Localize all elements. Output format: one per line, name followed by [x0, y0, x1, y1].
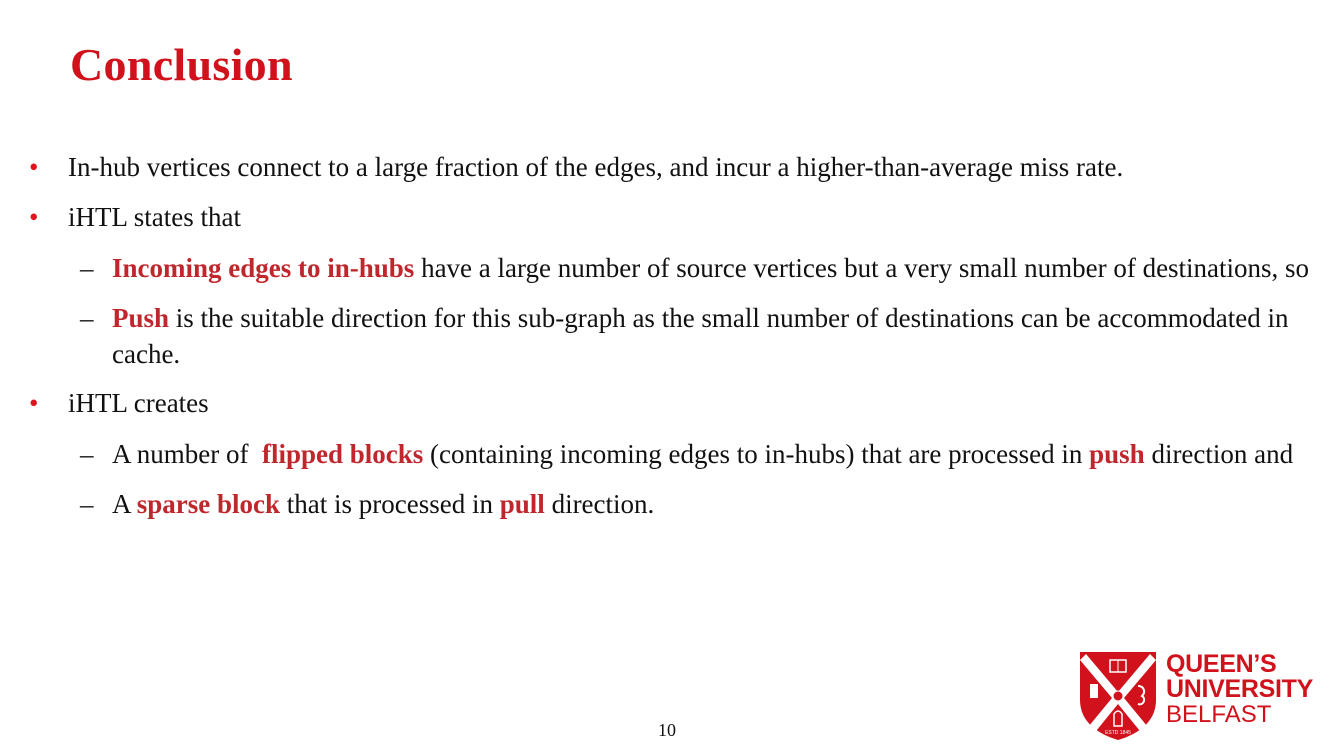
sub-bullet-text: direction. [544, 489, 655, 519]
sub-bullet-text: (containing incoming edges to in-hubs) t… [423, 439, 1090, 469]
sub-bullet-text: is the suitable direction for this sub-g… [112, 303, 1289, 369]
university-name: QUEEN’S UNIVERSITY BELFAST [1166, 650, 1314, 728]
logo-line-1: QUEEN’S [1166, 650, 1277, 678]
highlight-text: flipped blocks [261, 439, 424, 469]
slide-title: Conclusion [70, 39, 293, 90]
dash-icon: – [80, 489, 94, 519]
sub-bullet-text: that is processed in [280, 489, 500, 519]
bullet-text: In-hub vertices connect to a large fract… [68, 152, 1124, 182]
slide-body: • In-hub vertices connect to a large fra… [0, 150, 1334, 536]
bullet-item: • In-hub vertices connect to a large fra… [0, 150, 1334, 184]
highlight-text: pull [499, 489, 545, 519]
bullet-text: iHTL creates [68, 388, 209, 418]
highlight-text: push [1089, 439, 1145, 469]
sub-bullet-text: have a large number of source vertices b… [414, 253, 1310, 283]
highlight-text: sparse block [136, 489, 281, 519]
dash-icon: – [80, 303, 94, 333]
bullet-item: • iHTL creates [0, 386, 1334, 420]
dash-icon: – [80, 253, 94, 283]
sub-bullet-item: – Incoming edges to in-hubs have a large… [0, 250, 1334, 286]
bullet-item: • iHTL states that [0, 200, 1334, 234]
highlight-text: Incoming edges to in-hubs [112, 253, 415, 283]
page-number: 10 [658, 720, 676, 740]
sub-bullet-text: A number of [112, 439, 262, 469]
bullet-text: iHTL states that [68, 202, 241, 232]
sub-bullet-item: – A number of flipped blocks (containing… [0, 436, 1334, 472]
bullet-icon: • [29, 152, 39, 182]
sub-bullet-item: – Push is the suitable direction for thi… [0, 300, 1334, 372]
dash-icon: – [80, 439, 94, 469]
bullet-icon: • [29, 388, 39, 418]
highlight-text: Push [112, 303, 170, 333]
bullet-icon: • [29, 202, 39, 232]
sub-bullet-text: direction and [1144, 439, 1294, 469]
sub-bullet-text: A [112, 489, 137, 519]
sub-bullet-item: – A sparse block that is processed in pu… [0, 486, 1334, 522]
logo-line-2: UNIVERSITY [1166, 675, 1314, 703]
